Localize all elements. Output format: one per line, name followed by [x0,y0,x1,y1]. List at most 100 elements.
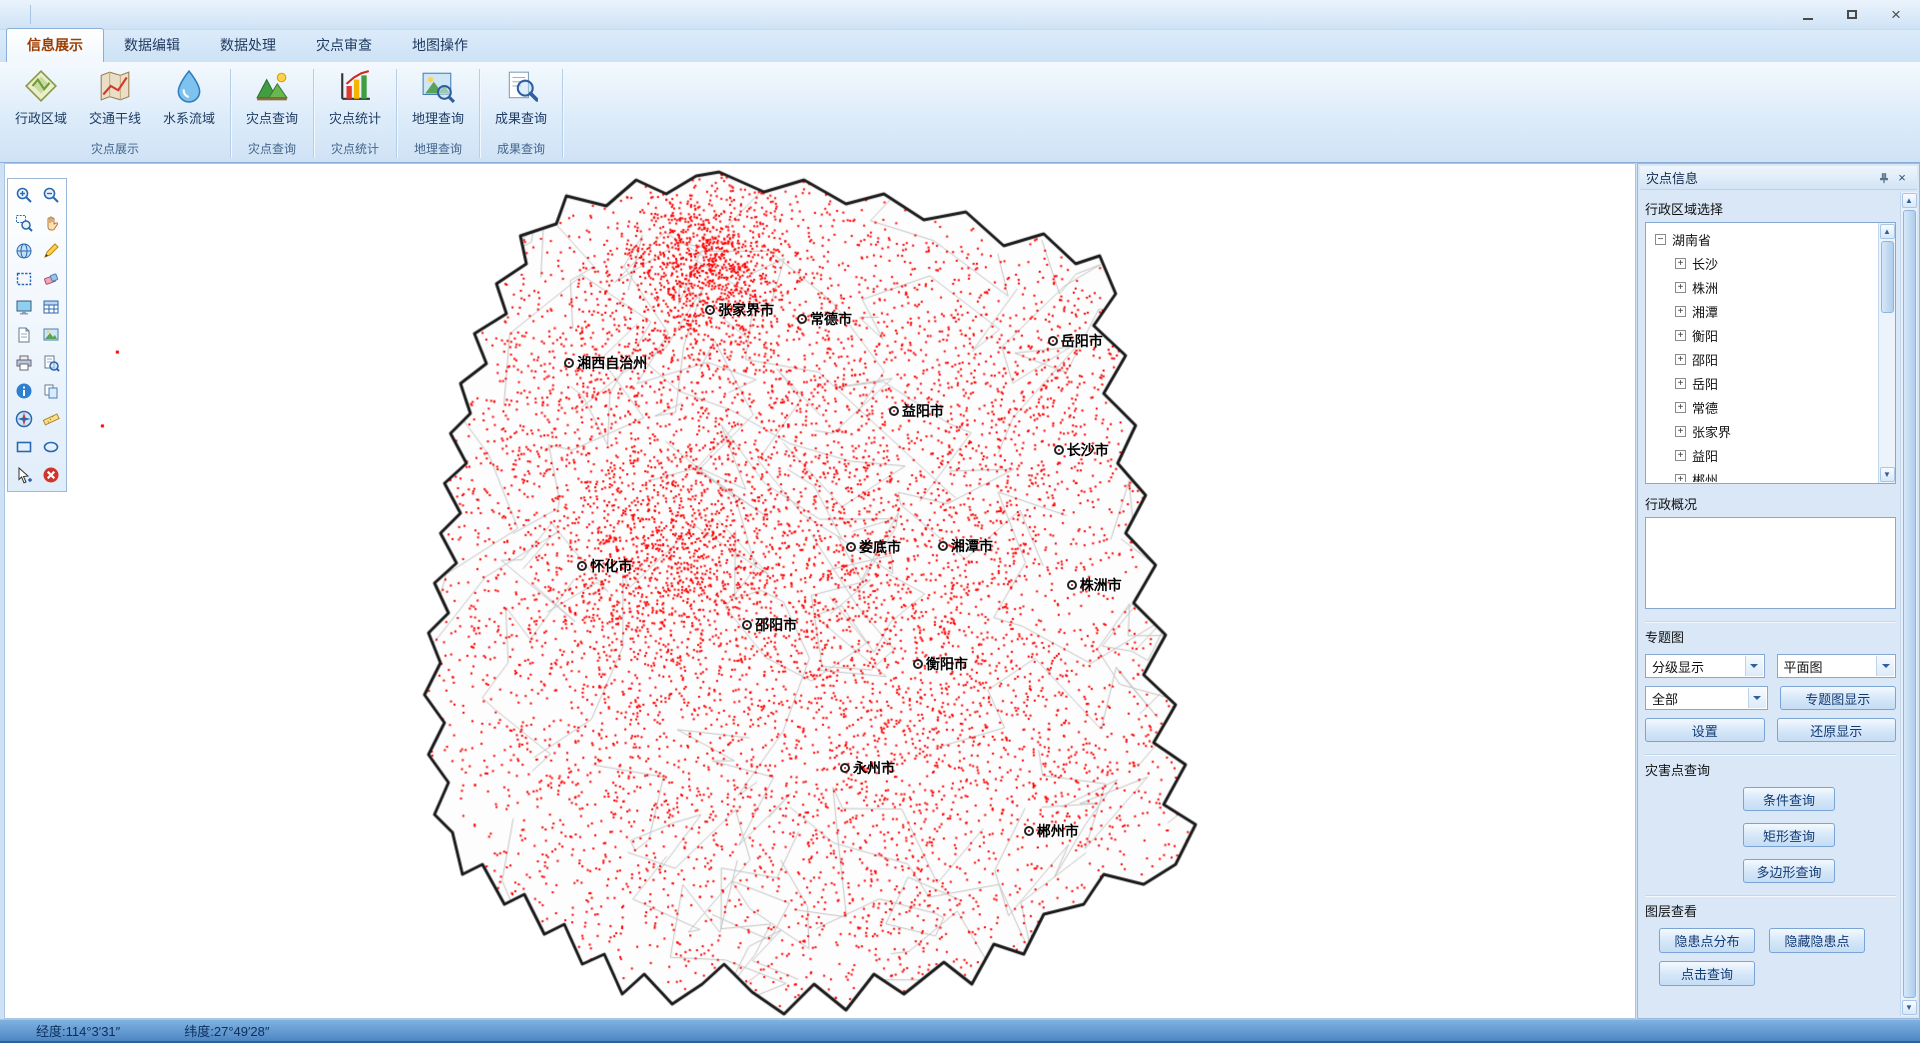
traffic-lines-icon [98,69,132,103]
map-canvas[interactable] [5,164,1635,1018]
map-type-select[interactable]: 平面图 [1777,654,1897,678]
minimize-button[interactable] [1794,4,1822,24]
tree-item-changsha[interactable]: +长沙 [1651,251,1877,275]
section-divider [1645,621,1896,622]
tree-expand-icon[interactable]: + [1675,378,1686,389]
tree-item-chenzhou[interactable]: +郴州 [1651,467,1877,482]
tab-map-operation[interactable]: 地图操作 [392,29,488,62]
restore-display-button[interactable]: 还原显示 [1777,718,1897,742]
scroll-down-icon[interactable]: ▼ [1880,467,1895,482]
map-image-button[interactable] [37,321,64,349]
maximize-button[interactable] [1838,4,1866,24]
condition-query-button[interactable]: 条件查询 [1743,787,1835,811]
zoom-in-button[interactable] [10,181,37,209]
tab-data-edit[interactable]: 数据编辑 [104,29,200,62]
tree-expand-icon[interactable]: + [1675,258,1686,269]
panel-scrollbar[interactable]: ▲ ▼ [1900,192,1917,1016]
traffic-lines-button[interactable]: 交通干线 [78,65,152,136]
rectangle-button[interactable] [10,433,37,461]
tree-item-yiyang[interactable]: +益阳 [1651,443,1877,467]
rect-query-button[interactable]: 矩形查询 [1743,823,1835,847]
tab-info-display[interactable]: 信息展示 [6,28,104,62]
tree-item-xiangtan[interactable]: +湘潭 [1651,299,1877,323]
result-query-button[interactable]: 成果查询 [484,65,558,136]
overview-textbox[interactable] [1645,517,1896,609]
ribbon-group-disaster-query: 灾点查询 灾点查询 [235,65,309,162]
button-label: 地理查询 [412,108,464,127]
click-query-button[interactable]: 点击查询 [1659,961,1755,986]
document-button[interactable] [10,321,37,349]
compass-button[interactable] [10,405,37,433]
print-preview-button[interactable] [37,349,64,377]
settings-button[interactable]: 设置 [1645,718,1765,742]
full-extent-button[interactable] [10,237,37,265]
scrollbar-thumb[interactable] [1903,210,1916,998]
disaster-stats-button[interactable]: 灾点统计 [318,65,392,136]
tree-item-hengyang[interactable]: +衡阳 [1651,323,1877,347]
tree-scrollbar[interactable]: ▲ ▼ [1878,223,1895,483]
zoom-out-button[interactable] [37,181,64,209]
tree-item-zhuzhou[interactable]: +株洲 [1651,275,1877,299]
display-mode-select[interactable]: 分级显示 [1645,654,1765,678]
scope-select[interactable]: 全部 [1645,686,1768,710]
geo-query-button[interactable]: 地理查询 [401,65,475,136]
tab-disaster-review[interactable]: 灾点审查 [296,29,392,62]
thematic-show-button[interactable]: 专题图显示 [1780,686,1897,710]
ellipse-button[interactable] [37,433,64,461]
chevron-down-icon [1876,656,1894,676]
tree-collapse-icon[interactable]: − [1655,234,1666,245]
select-rect-button[interactable] [10,265,37,293]
hazard-distribution-button[interactable]: 隐患点分布 [1659,928,1755,953]
tree-item-changde[interactable]: +常德 [1651,395,1877,419]
zoom-window-button[interactable] [10,209,37,237]
scroll-up-icon[interactable]: ▲ [1902,193,1917,208]
disaster-query-button[interactable]: 灾点查询 [235,65,309,136]
tree-expand-icon[interactable]: + [1675,354,1686,365]
draw-line-button[interactable] [37,237,64,265]
attribute-table-button[interactable] [37,293,64,321]
tab-data-process[interactable]: 数据处理 [200,29,296,62]
pointer-add-button[interactable] [10,461,37,489]
zoom-window-icon [15,214,33,232]
info-button[interactable] [10,377,37,405]
copy-button[interactable] [37,377,64,405]
tree-item-hunan[interactable]: −湖南省 [1651,227,1877,251]
tree-item-yueyang[interactable]: +岳阳 [1651,371,1877,395]
tree-expand-icon[interactable]: + [1675,426,1686,437]
tree-expand-icon[interactable]: + [1675,402,1686,413]
scroll-down-icon[interactable]: ▼ [1902,1000,1917,1015]
panel-header: 灾点信息 × [1640,166,1917,190]
geo-query-icon [421,69,455,103]
panel-content: 行政区域选择 −湖南省 +长沙 +株洲 +湘潭 +衡阳 +邵阳 +岳阳 +常德 … [1645,194,1896,1016]
pin-button[interactable] [1875,169,1893,187]
scrollbar-thumb[interactable] [1881,241,1894,313]
zoom-in-icon [15,186,33,204]
pan-button[interactable] [37,209,64,237]
water-system-icon [172,69,206,103]
hide-hazard-button[interactable]: 隐藏隐患点 [1769,928,1865,953]
measure-button[interactable] [37,405,64,433]
polygon-query-button[interactable]: 多边形查询 [1743,859,1835,883]
result-query-icon [504,69,538,103]
delete-button[interactable] [37,461,64,489]
tree-expand-icon[interactable]: + [1675,474,1686,483]
ribbon-group-disaster-stats: 灾点统计 灾点统计 [318,65,392,162]
print-button[interactable] [10,349,37,377]
panel-close-button[interactable]: × [1893,169,1911,187]
maximize-icon [1847,10,1857,19]
tree-item-shaoyang[interactable]: +邵阳 [1651,347,1877,371]
tree-expand-icon[interactable]: + [1675,330,1686,341]
ribbon: 行政区域 交通干线 水系流域 灾点展示 灾点查 [0,62,1920,163]
tree-item-zhangjiajie[interactable]: +张家界 [1651,419,1877,443]
water-system-button[interactable]: 水系流域 [152,65,226,136]
tree-expand-icon[interactable]: + [1675,282,1686,293]
admin-region-button[interactable]: 行政区域 [4,65,78,136]
eraser-button[interactable] [37,265,64,293]
tree-expand-icon[interactable]: + [1675,450,1686,461]
ribbon-group-result-query: 成果查询 成果查询 [484,65,558,162]
close-button[interactable]: × [1882,4,1910,24]
chevron-down-icon [1748,688,1766,708]
refresh-view-button[interactable] [10,293,37,321]
scroll-up-icon[interactable]: ▲ [1880,224,1895,239]
tree-expand-icon[interactable]: + [1675,306,1686,317]
